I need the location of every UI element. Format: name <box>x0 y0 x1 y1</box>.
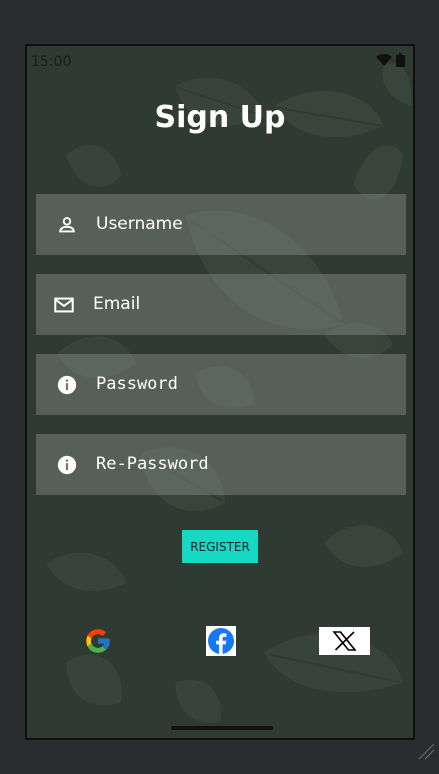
info-icon <box>57 455 77 475</box>
register-button[interactable]: REGISTER <box>182 530 258 563</box>
status-bar: 15:00 <box>27 46 413 74</box>
wifi-icon <box>376 54 392 66</box>
email-field[interactable] <box>36 274 406 335</box>
home-indicator <box>171 726 273 730</box>
username-field[interactable] <box>36 194 406 255</box>
email-input[interactable] <box>93 289 383 319</box>
google-icon <box>86 629 110 653</box>
battery-icon <box>396 53 405 67</box>
re-password-field[interactable] <box>36 434 406 495</box>
password-input[interactable] <box>96 369 386 399</box>
emulator-window: 15:00 Sign Up Username Email REGISTER <box>0 0 439 774</box>
re-password-input[interactable] <box>96 449 386 479</box>
facebook-icon <box>206 626 236 656</box>
status-icons <box>376 53 405 67</box>
x-login-button[interactable] <box>319 627 370 655</box>
person-icon <box>59 217 75 233</box>
google-login-button[interactable] <box>82 626 114 656</box>
password-field[interactable] <box>36 354 406 415</box>
mail-icon <box>54 297 74 313</box>
info-icon <box>57 375 77 395</box>
username-input[interactable] <box>96 209 386 239</box>
page-title: Sign Up <box>154 100 286 135</box>
facebook-login-button[interactable] <box>205 626 237 656</box>
x-icon <box>319 627 370 655</box>
status-time: 15:00 <box>31 54 72 70</box>
resize-handle-icon[interactable] <box>417 742 435 760</box>
phone-screen: 15:00 Sign Up Username Email REGISTER <box>25 44 415 740</box>
